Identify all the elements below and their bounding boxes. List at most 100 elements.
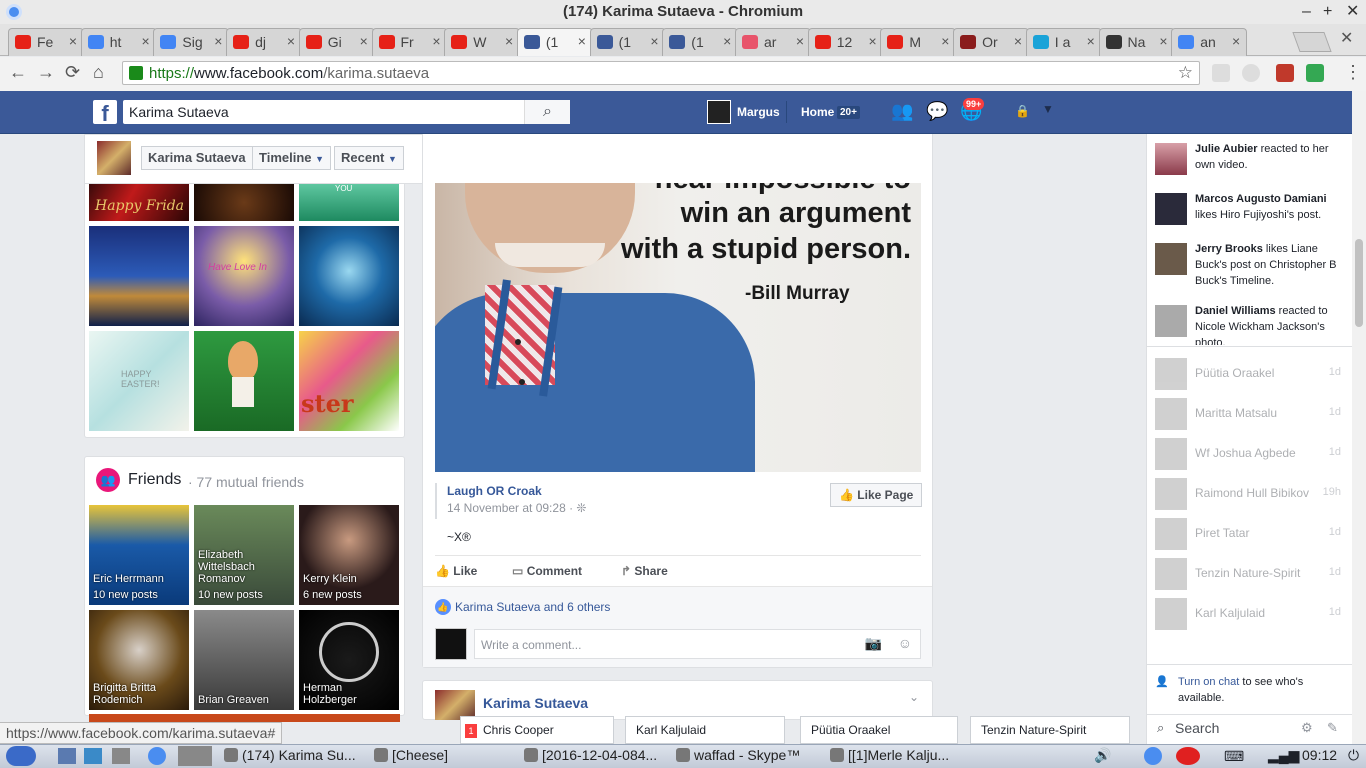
chromium-tray-icon[interactable] — [1144, 747, 1162, 765]
clock[interactable]: 09:12 — [1302, 747, 1337, 763]
taskbar-item[interactable]: [[1]Merle Kalju... — [830, 747, 949, 763]
tab-close-icon[interactable]: × — [287, 33, 295, 49]
tab-close-icon[interactable]: × — [360, 33, 368, 49]
browser-tab[interactable]: ar × — [735, 28, 811, 56]
desktop-icon[interactable] — [178, 746, 212, 766]
taskbar-item[interactable]: (174) Karima Su... — [224, 747, 356, 763]
tab-close-icon[interactable]: × — [214, 33, 222, 49]
shared-page-name[interactable]: Laugh OR Croak — [447, 484, 542, 498]
user-name[interactable]: Margus — [737, 105, 780, 119]
search-icon[interactable]: ⌕ — [524, 100, 570, 124]
photo-thumbnail[interactable]: YOU — [299, 184, 399, 221]
ticker-item[interactable]: Daniel Williams reacted to Nicole Wickha… — [1155, 303, 1349, 345]
tab-close-icon[interactable]: × — [432, 33, 440, 49]
facebook-logo[interactable]: f — [93, 100, 117, 126]
like-button[interactable]: 👍 Like — [435, 564, 477, 578]
emoji-icon[interactable]: ☺ — [898, 635, 912, 651]
chat-contact[interactable]: Tenzin Nature-Spirit 1d — [1155, 556, 1341, 592]
recent-dropdown[interactable]: Recent ▼ — [334, 146, 404, 170]
chat-contact[interactable]: Püütia Oraakel 1d — [1155, 356, 1341, 392]
page-scrollbar[interactable] — [1352, 91, 1366, 744]
like-page-button[interactable]: 👍 Like Page — [830, 483, 923, 507]
tab-close-icon[interactable]: × — [650, 33, 658, 49]
browser-tab[interactable]: (1 × — [589, 28, 666, 56]
new-message-icon[interactable]: ✎ — [1327, 720, 1338, 736]
chat-contact[interactable]: Wf Joshua Agbede 1d — [1155, 436, 1341, 472]
post-image[interactable]: near impossible to win an argument with … — [435, 183, 921, 472]
browser-tab[interactable]: Gi × — [298, 28, 375, 56]
browser-tab[interactable]: ht × — [80, 28, 157, 56]
tab-close-icon[interactable]: × — [1159, 33, 1167, 49]
tab-close-icon[interactable]: × — [941, 33, 949, 49]
photo-thumbnail[interactable]: ster — [299, 331, 399, 431]
friend-tile[interactable]: Elizabeth Wittelsbach Romanov 10 new pos… — [194, 505, 294, 605]
photo-thumbnail[interactable] — [194, 331, 294, 431]
tab-close-icon[interactable]: × — [1087, 33, 1095, 49]
reactions-summary[interactable]: Karima Sutaeva and 6 others — [455, 600, 610, 614]
tab-close-icon[interactable]: × — [505, 33, 513, 49]
photo-thumbnail[interactable]: Happy Frida — [89, 184, 189, 221]
minimize-button[interactable]: – — [1302, 0, 1311, 24]
browser-tab[interactable]: I a × — [1025, 28, 1102, 56]
photo-thumbnail[interactable]: HAPPY EASTER! — [89, 331, 189, 431]
volume-icon[interactable]: 🔊 — [1094, 747, 1111, 764]
address-bar[interactable]: https://www.facebook.com/karima.sutaeva … — [122, 61, 1200, 85]
post-options-chevron-icon[interactable]: ⌄ — [909, 690, 919, 704]
chat-contact[interactable]: Piret Tatar 1d — [1155, 516, 1341, 552]
tab-close-icon[interactable]: × — [1232, 33, 1240, 49]
browser-tab[interactable]: Sig × — [153, 28, 230, 56]
chat-contact[interactable]: Raimond Hull Bibikov 19h — [1155, 476, 1341, 512]
home-icon[interactable]: ⌂ — [93, 62, 104, 83]
chat-tab[interactable]: Karl Kaljulaid — [625, 716, 785, 744]
reload-icon[interactable]: ⟳ — [65, 62, 80, 83]
browser-tab[interactable]: 12 × — [807, 28, 884, 56]
browser-tab[interactable]: Na × — [1098, 28, 1175, 56]
maximize-button[interactable]: + — [1323, 0, 1332, 24]
taskbar-item[interactable]: waffad - Skype™ — [676, 747, 800, 763]
browser-tab[interactable]: Fe × — [8, 28, 84, 56]
profile-coat-of-arms[interactable] — [97, 141, 131, 175]
home-link[interactable]: Home — [801, 105, 834, 119]
privacy-icon[interactable]: 🔒 — [1015, 104, 1030, 118]
friend-tile[interactable]: Brigitta Britta Rodemich — [89, 610, 189, 710]
tab-close-icon[interactable]: × — [142, 33, 150, 49]
new-tab-button[interactable] — [1292, 32, 1332, 52]
menu-icon[interactable]: ⋮ — [1344, 62, 1362, 83]
start-menu-icon[interactable] — [6, 746, 36, 766]
messages-icon[interactable]: 💬 — [926, 101, 948, 122]
chat-settings-icon[interactable]: ⚙ — [1301, 720, 1313, 736]
user-avatar[interactable] — [707, 100, 731, 124]
shared-post-date[interactable]: 14 November at 09:28 · ❊ — [447, 501, 586, 515]
photo-thumbnail[interactable] — [299, 226, 399, 326]
bookmark-star-icon[interactable]: ☆ — [1178, 63, 1193, 83]
browser-tab[interactable]: W × — [444, 28, 521, 56]
extension-icon[interactable] — [1306, 64, 1324, 82]
chat-tab[interactable]: Tenzin Nature-Spirit — [970, 716, 1130, 744]
file-manager-icon[interactable] — [58, 748, 76, 764]
friends-title[interactable]: Friends — [128, 471, 181, 489]
keyboard-icon[interactable]: ⌨ — [1224, 748, 1244, 765]
friend-requests-icon[interactable]: 👥 — [891, 101, 913, 122]
friend-tile[interactable]: Brian Greaven — [194, 610, 294, 710]
tab-close-icon[interactable]: × — [578, 33, 586, 49]
tab-close-all-button[interactable]: ✕ — [1340, 28, 1353, 48]
profile-name-button[interactable]: Karima Sutaeva — [141, 146, 253, 170]
app-icon[interactable] — [84, 748, 102, 764]
camera-icon[interactable]: 📷 — [865, 635, 882, 652]
tab-close-icon[interactable]: × — [796, 33, 804, 49]
browser-tab[interactable]: an × — [1171, 28, 1248, 56]
power-icon[interactable]: ⏻ — [1348, 747, 1359, 764]
browser-tab[interactable]: dj × — [226, 28, 303, 56]
photo-thumbnail[interactable]: Have Love In — [194, 226, 294, 326]
friend-tile[interactable]: Kerry Klein 6 new posts — [299, 505, 399, 605]
browser-tab[interactable]: M × — [880, 28, 957, 56]
friend-tile[interactable]: Eric Herrmann 10 new posts — [89, 505, 189, 605]
chat-contact[interactable]: Maritta Matsalu 1d — [1155, 396, 1341, 432]
chat-contact[interactable]: Karl Kaljulaid 1d — [1155, 596, 1341, 632]
browser-tab[interactable]: Fr × — [371, 28, 448, 56]
terminal-icon[interactable] — [112, 748, 130, 764]
mutual-friends-count[interactable]: · 77 mutual friends — [188, 474, 304, 490]
comment-button[interactable]: ▭ Comment — [512, 564, 582, 578]
close-button[interactable]: ✕ — [1346, 0, 1359, 24]
comment-input[interactable]: Write a comment... 📷 ☺ — [474, 629, 921, 659]
